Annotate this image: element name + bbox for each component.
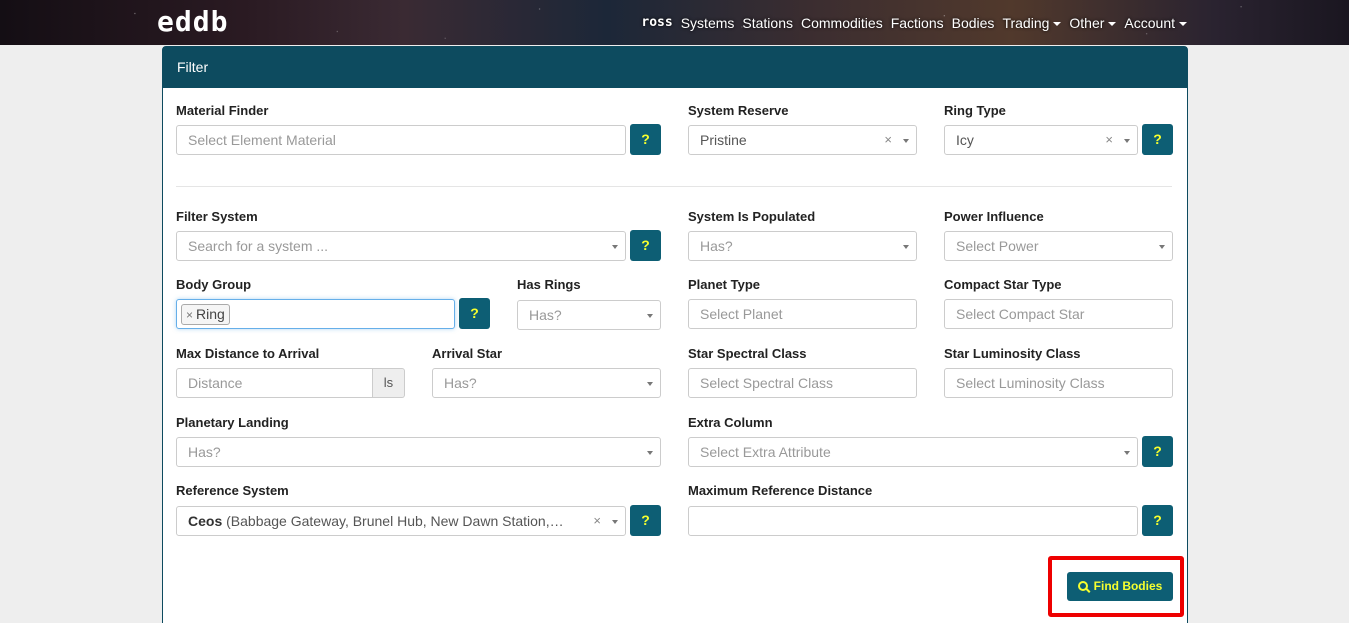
system-reserve-select[interactable]: Pristine ×	[688, 125, 917, 155]
find-bodies-button[interactable]: Find Bodies	[1067, 572, 1173, 601]
chevron-down-icon	[1108, 22, 1117, 27]
chevron-down-icon	[612, 245, 618, 249]
find-bodies-label: Find Bodies	[1093, 579, 1163, 593]
power-influence-select[interactable]: Select Power	[944, 231, 1173, 261]
planetary-landing-select[interactable]: Has?	[176, 437, 661, 467]
chevron-down-icon	[1179, 22, 1187, 27]
nav-systems[interactable]: Systems	[681, 14, 735, 32]
arrival-star-select[interactable]: Has?	[432, 368, 661, 398]
star-luminosity-class-select[interactable]: Select Luminosity Class	[944, 368, 1173, 398]
system-populated-select[interactable]: Has?	[688, 231, 917, 261]
filter-system-help-button[interactable]: ?	[630, 230, 661, 261]
arrival-star-placeholder: Has?	[444, 375, 477, 391]
body-group-label: Body Group	[176, 277, 252, 292]
distance-unit-addon: ls	[373, 368, 405, 398]
section-divider	[176, 186, 1172, 187]
nav-factions[interactable]: Factions	[891, 14, 944, 32]
search-icon	[1077, 581, 1088, 591]
nav-bodies[interactable]: Bodies	[952, 14, 995, 32]
planet-type-select[interactable]: Select Planet	[688, 299, 917, 329]
nav-trading-dropdown[interactable]: Trading	[1002, 14, 1062, 32]
nav-commodities[interactable]: Commodities	[801, 14, 883, 32]
nav-trading-label: Trading	[1002, 15, 1050, 31]
compact-star-type-label: Compact Star Type	[944, 277, 1062, 292]
filter-system-placeholder: Search for a system ...	[188, 238, 329, 254]
extra-column-help-button[interactable]: ?	[1142, 436, 1173, 467]
power-influence-label: Power Influence	[944, 209, 1044, 224]
reference-system-help-button[interactable]: ?	[630, 505, 661, 536]
planet-type-label: Planet Type	[688, 277, 761, 292]
reference-system-select[interactable]: Ceos (Babbage Gateway, Brunel Hub, New D…	[176, 506, 626, 536]
nav-other-dropdown[interactable]: Other	[1069, 14, 1117, 32]
star-spectral-class-label: Star Spectral Class	[688, 346, 807, 361]
filter-system-label: Filter System	[176, 209, 258, 224]
chevron-down-icon	[647, 314, 653, 318]
system-reserve-label: System Reserve	[688, 103, 789, 118]
chevron-down-icon	[903, 139, 909, 143]
reference-system-detail: (Babbage Gateway, Brunel Hub, New Dawn S…	[226, 513, 564, 529]
system-reserve-value: Pristine	[700, 132, 747, 148]
extra-column-placeholder: Select Extra Attribute	[700, 444, 831, 460]
nav-other-label: Other	[1069, 15, 1105, 31]
nav-account-label: Account	[1124, 15, 1175, 31]
top-navbar: eddb ross Systems Stations Commodities F…	[0, 0, 1349, 45]
ring-type-label: Ring Type	[944, 103, 1006, 118]
max-distance-input[interactable]: Distance	[176, 368, 373, 398]
has-rings-placeholder: Has?	[529, 307, 562, 323]
material-finder-help-button[interactable]: ?	[630, 124, 661, 155]
chevron-down-icon	[1124, 451, 1130, 455]
main-nav: ross Systems Stations Commodities Factio…	[641, 14, 1187, 32]
material-finder-select[interactable]: Select Element Material	[176, 125, 626, 155]
reference-system-label: Reference System	[176, 483, 289, 498]
max-distance-label: Max Distance to Arrival	[176, 346, 320, 361]
max-reference-distance-help-button[interactable]: ?	[1142, 505, 1173, 536]
star-luminosity-class-label: Star Luminosity Class	[944, 346, 1081, 361]
brand-logo[interactable]: eddb	[157, 8, 228, 36]
nav-stations[interactable]: Stations	[742, 14, 793, 32]
planetary-landing-placeholder: Has?	[188, 444, 221, 460]
nav-account-dropdown[interactable]: Account	[1124, 14, 1187, 32]
chevron-down-icon	[903, 245, 909, 249]
chevron-down-icon	[647, 451, 653, 455]
star-spectral-class-select[interactable]: Select Spectral Class	[688, 368, 917, 398]
nav-ross[interactable]: ross	[641, 14, 672, 32]
chevron-down-icon	[647, 382, 653, 386]
clear-icon[interactable]: ×	[593, 507, 601, 535]
max-reference-distance-input[interactable]	[688, 506, 1138, 536]
clear-icon[interactable]: ×	[1105, 126, 1113, 154]
chevron-down-icon	[1159, 245, 1165, 249]
has-rings-label: Has Rings	[517, 277, 581, 292]
reference-system-name: Ceos	[188, 513, 223, 529]
system-populated-placeholder: Has?	[700, 238, 733, 254]
system-populated-label: System Is Populated	[688, 209, 816, 224]
max-reference-distance-label: Maximum Reference Distance	[688, 483, 873, 498]
ring-type-select[interactable]: Icy ×	[944, 125, 1138, 155]
power-influence-placeholder: Select Power	[956, 238, 1039, 254]
chevron-down-icon	[1053, 22, 1062, 27]
ring-type-help-button[interactable]: ?	[1142, 124, 1173, 155]
body-group-help-button[interactable]: ?	[459, 298, 490, 329]
compact-star-type-select[interactable]: Select Compact Star	[944, 299, 1173, 329]
chevron-down-icon	[612, 520, 618, 524]
filter-system-select[interactable]: Search for a system ...	[176, 231, 626, 261]
selected-tag: × Ring	[181, 304, 230, 325]
material-finder-label: Material Finder	[176, 103, 269, 118]
body-group-tag-label: Ring	[196, 306, 225, 322]
panel-title: Filter	[163, 47, 1187, 88]
extra-column-label: Extra Column	[688, 415, 773, 430]
body-group-select[interactable]: × Ring	[176, 299, 455, 329]
remove-tag-icon[interactable]: ×	[186, 308, 193, 322]
chevron-down-icon	[1124, 139, 1130, 143]
ring-type-value: Icy	[956, 132, 974, 148]
planetary-landing-label: Planetary Landing	[176, 415, 289, 430]
has-rings-select[interactable]: Has?	[517, 300, 661, 330]
arrival-star-label: Arrival Star	[432, 346, 503, 361]
clear-icon[interactable]: ×	[884, 126, 892, 154]
extra-column-select[interactable]: Select Extra Attribute	[688, 437, 1138, 467]
